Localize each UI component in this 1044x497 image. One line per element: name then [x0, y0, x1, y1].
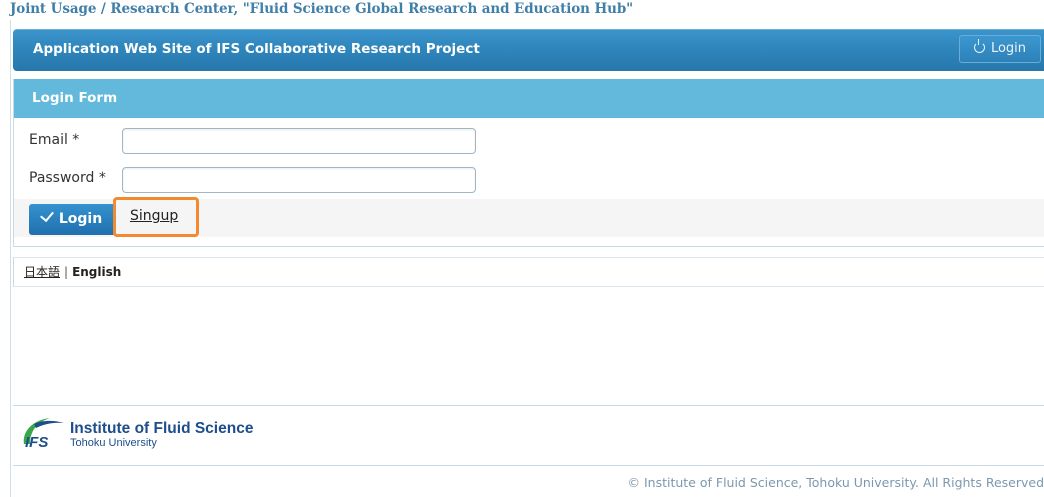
footer-divider-top: [13, 405, 1044, 406]
logo-abbrev: IFS: [25, 434, 48, 451]
login-submit-button[interactable]: Login: [29, 204, 116, 235]
footer-divider-bottom: [13, 465, 1044, 466]
header-login-button[interactable]: Login: [959, 35, 1041, 63]
language-switcher: 日本語 | English: [13, 257, 1044, 287]
site-header: Application Web Site of IFS Collaborativ…: [13, 29, 1044, 71]
header-login-label: Login: [990, 41, 1027, 56]
email-label: Email *: [29, 132, 80, 148]
university-name: Tohoku University: [70, 437, 157, 449]
language-japanese-link[interactable]: 日本語: [24, 265, 60, 279]
language-separator: |: [64, 265, 69, 279]
password-label: Password *: [29, 170, 106, 186]
login-button-label: Login: [58, 211, 103, 227]
login-form-panel: Login Form Email * Password * Login Sing…: [13, 79, 1044, 247]
language-english-current: English: [72, 265, 122, 279]
email-field[interactable]: [122, 128, 476, 154]
signup-link[interactable]: Singup: [130, 208, 178, 224]
site-title: Application Web Site of IFS Collaborativ…: [33, 41, 480, 57]
login-form-header: Login Form: [14, 79, 1044, 118]
login-form-title: Login Form: [32, 90, 118, 106]
check-icon: [39, 207, 54, 223]
institute-name: Institute of Fluid Science: [70, 420, 254, 437]
copyright-text: © Institute of Fluid Science, Tohoku Uni…: [627, 475, 1044, 490]
site-caption: Joint Usage / Research Center, "Fluid Sc…: [10, 1, 634, 17]
password-field[interactable]: [122, 167, 476, 193]
ifs-logo-icon: IFS: [23, 418, 64, 451]
power-icon: [973, 39, 985, 53]
